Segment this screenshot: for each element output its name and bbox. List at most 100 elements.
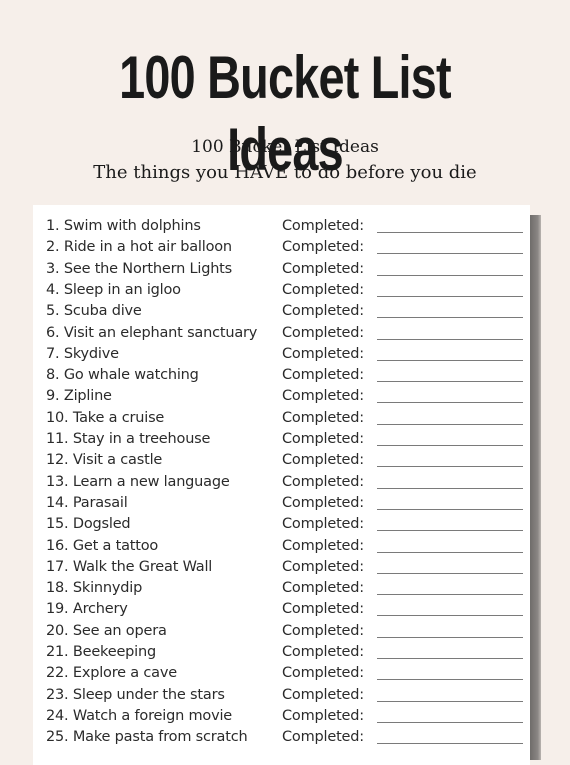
completed-label: Completed: bbox=[282, 516, 364, 533]
completed-label: Completed: bbox=[282, 367, 364, 384]
list-item: 8. Go whale watching Completed: bbox=[33, 365, 530, 386]
list-item-text: 7. Skydive bbox=[46, 345, 119, 362]
completed-fill-line[interactable] bbox=[377, 700, 523, 702]
completed-label: Completed: bbox=[282, 239, 364, 256]
completed-fill-line[interactable] bbox=[377, 445, 523, 446]
list-item: 23. Sleep under the stars Completed: bbox=[33, 685, 530, 706]
completed-fill-line[interactable] bbox=[377, 402, 523, 404]
completed-fill-line[interactable] bbox=[377, 253, 523, 255]
list-item-text: 24. Watch a foreign movie bbox=[46, 707, 233, 724]
list-item-text: 20. See an opera bbox=[46, 622, 167, 639]
completed-fill-line[interactable] bbox=[377, 636, 523, 638]
list-item-text: 17. Walk the Great Wall bbox=[46, 558, 213, 575]
completed-label: Completed: bbox=[282, 324, 364, 341]
completed-label: Completed: bbox=[282, 303, 364, 320]
list-item: 4. Sleep in an igloo Completed: bbox=[33, 280, 530, 301]
completed-fill-line[interactable] bbox=[377, 295, 523, 297]
list-item-text: 25. Make pasta from scratch bbox=[46, 729, 248, 746]
completed-label: Completed: bbox=[282, 452, 364, 469]
completed-fill-line[interactable] bbox=[377, 317, 523, 319]
completed-label: Completed: bbox=[282, 622, 364, 639]
completed-label: Completed: bbox=[282, 686, 364, 703]
completed-label: Completed: bbox=[282, 431, 364, 447]
tagline: The things you HAVE to do before you die bbox=[93, 162, 477, 183]
completed-label: Completed: bbox=[282, 345, 364, 362]
card-shadow bbox=[530, 215, 541, 760]
list-item-text: 12. Visit a castle bbox=[46, 452, 163, 469]
list-item: 17. Walk the Great Wall Completed: bbox=[33, 557, 530, 578]
list-item-text: 1. Swim with dolphins bbox=[46, 218, 201, 234]
list-item-text: 9. Zipline bbox=[46, 388, 112, 405]
completed-fill-line[interactable] bbox=[377, 466, 523, 468]
completed-fill-line[interactable] bbox=[377, 423, 523, 425]
completed-label: Completed: bbox=[282, 729, 364, 746]
completed-fill-line[interactable] bbox=[377, 721, 523, 723]
list-item-text: 14. Parasail bbox=[46, 494, 128, 511]
completed-label: Completed: bbox=[282, 494, 364, 511]
list-item: 14. Parasail Completed: bbox=[33, 493, 530, 514]
completed-fill-line[interactable] bbox=[377, 487, 523, 489]
completed-fill-line[interactable] bbox=[377, 530, 523, 532]
list-item: 18. Skinnydip Completed: bbox=[33, 578, 530, 599]
list-item-text: 15. Dogsled bbox=[46, 516, 131, 533]
list-item: 3. See the Northern Lights Completed: bbox=[33, 259, 530, 280]
completed-fill-line[interactable] bbox=[377, 338, 523, 340]
list-item-text: 16. Get a tattoo bbox=[46, 537, 159, 554]
list-item: 2. Ride in a hot air balloon Completed: bbox=[33, 237, 530, 258]
list-item: 12. Visit a castle Completed: bbox=[33, 450, 530, 471]
completed-label: Completed: bbox=[282, 580, 364, 597]
list-item-text: 2. Ride in a hot air balloon bbox=[46, 239, 232, 256]
list-item-text: 22. Explore a cave bbox=[46, 665, 177, 682]
list-item: 15. Dogsled Completed: bbox=[33, 514, 530, 535]
list-item-text: 13. Learn a new language bbox=[46, 473, 230, 490]
completed-fill-line[interactable] bbox=[377, 572, 523, 574]
completed-fill-line[interactable] bbox=[377, 232, 523, 233]
completed-fill-line[interactable] bbox=[377, 508, 523, 510]
completed-label: Completed: bbox=[282, 665, 364, 682]
completed-label: Completed: bbox=[282, 644, 364, 660]
completed-fill-line[interactable] bbox=[377, 743, 523, 745]
list-item-text: 6. Visit an elephant sanctuary bbox=[46, 324, 258, 341]
list-item: 5. Scuba dive Completed: bbox=[33, 301, 530, 322]
completed-label: Completed: bbox=[282, 473, 364, 490]
completed-label: Completed: bbox=[282, 281, 364, 298]
completed-fill-line[interactable] bbox=[377, 615, 523, 617]
list-item: 7. Skydive Completed: bbox=[33, 344, 530, 365]
completed-fill-line[interactable] bbox=[377, 658, 523, 659]
list-item-text: 19. Archery bbox=[46, 601, 128, 618]
list-item: 9. Zipline Completed: bbox=[33, 386, 530, 407]
list-item: 21. Beekeeping Completed: bbox=[33, 642, 530, 663]
list-item-text: 21. Beekeeping bbox=[46, 644, 157, 660]
list-item: 20. See an opera Completed: bbox=[33, 621, 530, 642]
list-item-text: 4. Sleep in an igloo bbox=[46, 281, 181, 298]
completed-fill-line[interactable] bbox=[377, 551, 523, 553]
list-item: 16. Get a tattoo Completed: bbox=[33, 536, 530, 557]
completed-label: Completed: bbox=[282, 388, 364, 405]
completed-label: Completed: bbox=[282, 601, 364, 618]
list-item: 6. Visit an elephant sanctuary Completed: bbox=[33, 323, 530, 344]
completed-label: Completed: bbox=[282, 260, 364, 277]
list-item-text: 5. Scuba dive bbox=[46, 303, 142, 320]
list-item: 25. Make pasta from scratch Completed: bbox=[33, 727, 530, 748]
list-item-text: 10. Take a cruise bbox=[46, 409, 165, 426]
bucket-list-card: 1. Swim with dolphins Completed: 2. Ride i… bbox=[33, 205, 530, 765]
list-item-text: 8. Go whale watching bbox=[46, 367, 199, 384]
completed-fill-line[interactable] bbox=[377, 274, 523, 276]
list-item-text: 23. Sleep under the stars bbox=[46, 686, 225, 703]
list-item: 24. Watch a foreign movie Completed: bbox=[33, 706, 530, 727]
list-item: 10. Take a cruise Completed: bbox=[33, 408, 530, 429]
list-item: 11. Stay in a treehouse Completed: bbox=[33, 429, 530, 450]
subtitle: 100 Bucket List Ideas bbox=[191, 137, 379, 157]
completed-label: Completed: bbox=[282, 218, 364, 234]
completed-label: Completed: bbox=[282, 409, 364, 426]
list-item-text: 11. Stay in a treehouse bbox=[46, 431, 211, 447]
completed-fill-line[interactable] bbox=[377, 679, 523, 681]
completed-fill-line[interactable] bbox=[377, 594, 523, 596]
list-item: 22. Explore a cave Completed: bbox=[33, 663, 530, 684]
completed-label: Completed: bbox=[282, 558, 364, 575]
completed-fill-line[interactable] bbox=[377, 381, 523, 383]
list-item-text: 18. Skinnydip bbox=[46, 580, 143, 597]
list-item: 1. Swim with dolphins Completed: bbox=[33, 216, 530, 237]
list-item: 13. Learn a new language Completed: bbox=[33, 472, 530, 493]
completed-fill-line[interactable] bbox=[377, 359, 523, 361]
